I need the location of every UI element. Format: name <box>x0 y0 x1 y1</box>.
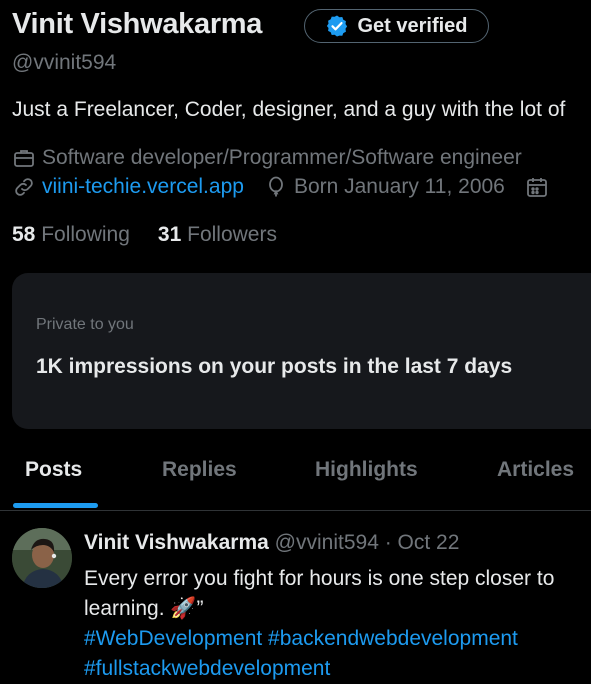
tweet-line-2: learning. 🚀” <box>84 597 204 620</box>
avatar[interactable] <box>12 528 72 588</box>
profile-tabs: Posts Replies Highlights Articles <box>0 442 591 511</box>
tweet-text: Every error you fight for hours is one s… <box>84 564 591 684</box>
avatar-image <box>12 528 72 588</box>
profile-meta-row: Software developer/Programmer/Software e… <box>12 146 542 170</box>
tweet-header: Vinit Vishwakarma @vvinit594 · Oct 22 <box>84 531 459 555</box>
tweet-author-name[interactable]: Vinit Vishwakarma <box>84 531 269 554</box>
impressions-card[interactable]: Private to you 1K impressions on your po… <box>12 273 591 429</box>
following-count: 58 <box>12 223 36 246</box>
profile-handle: @vvinit594 <box>12 51 117 74</box>
verified-badge-icon <box>325 14 349 38</box>
tab-highlights[interactable]: Highlights <box>315 458 418 482</box>
tweet-hashtags-2[interactable]: #fullstackwebdevelopment <box>84 654 591 684</box>
profile-name: Vinit Vishwakarma <box>12 8 263 40</box>
profile-joined <box>525 175 549 199</box>
balloon-icon <box>264 175 288 199</box>
profile-category: Software developer/Programmer/Software e… <box>12 146 522 170</box>
tweet-handle-date: @vvinit594 · Oct 22 <box>274 531 460 554</box>
tab-replies[interactable]: Replies <box>162 458 237 482</box>
category-text: Software developer/Programmer/Software e… <box>42 146 522 169</box>
card-impressions-text: 1K impressions on your posts in the last… <box>36 355 513 378</box>
active-tab-indicator <box>13 503 98 508</box>
calendar-icon <box>525 175 549 199</box>
birthday-text: Born January 11, 2006 <box>293 175 505 198</box>
get-verified-label: Get verified <box>357 14 468 37</box>
followers-count: 31 <box>157 223 182 246</box>
briefcase-icon <box>12 146 36 170</box>
profile-website[interactable]: viini-techie.vercel.app <box>12 175 244 199</box>
link-icon <box>12 175 36 199</box>
tweet-hashtags[interactable]: #WebDevelopment #backendwebdevelopment <box>84 624 591 654</box>
profile-bio: Just a Freelancer, Coder, designer, and … <box>12 98 566 121</box>
following-link[interactable]: 58 Following <box>12 223 130 247</box>
profile-meta-row-2: viini-techie.vercel.app Born January 11,… <box>12 175 569 199</box>
tab-articles[interactable]: Articles <box>497 458 574 482</box>
get-verified-button[interactable]: Get verified <box>304 9 489 43</box>
followers-label: Followers <box>187 223 277 246</box>
website-link[interactable]: viini-techie.vercel.app <box>42 175 244 199</box>
follow-counts: 58 Following 31 Followers <box>12 223 277 247</box>
card-kicker: Private to you <box>36 316 134 333</box>
followers-link[interactable]: 31 Followers <box>158 223 277 247</box>
following-label: Following <box>41 223 130 246</box>
tab-posts[interactable]: Posts <box>25 458 82 482</box>
tweet-line-1: Every error you fight for hours is one s… <box>84 567 555 590</box>
profile-birthday: Born January 11, 2006 <box>264 175 505 199</box>
